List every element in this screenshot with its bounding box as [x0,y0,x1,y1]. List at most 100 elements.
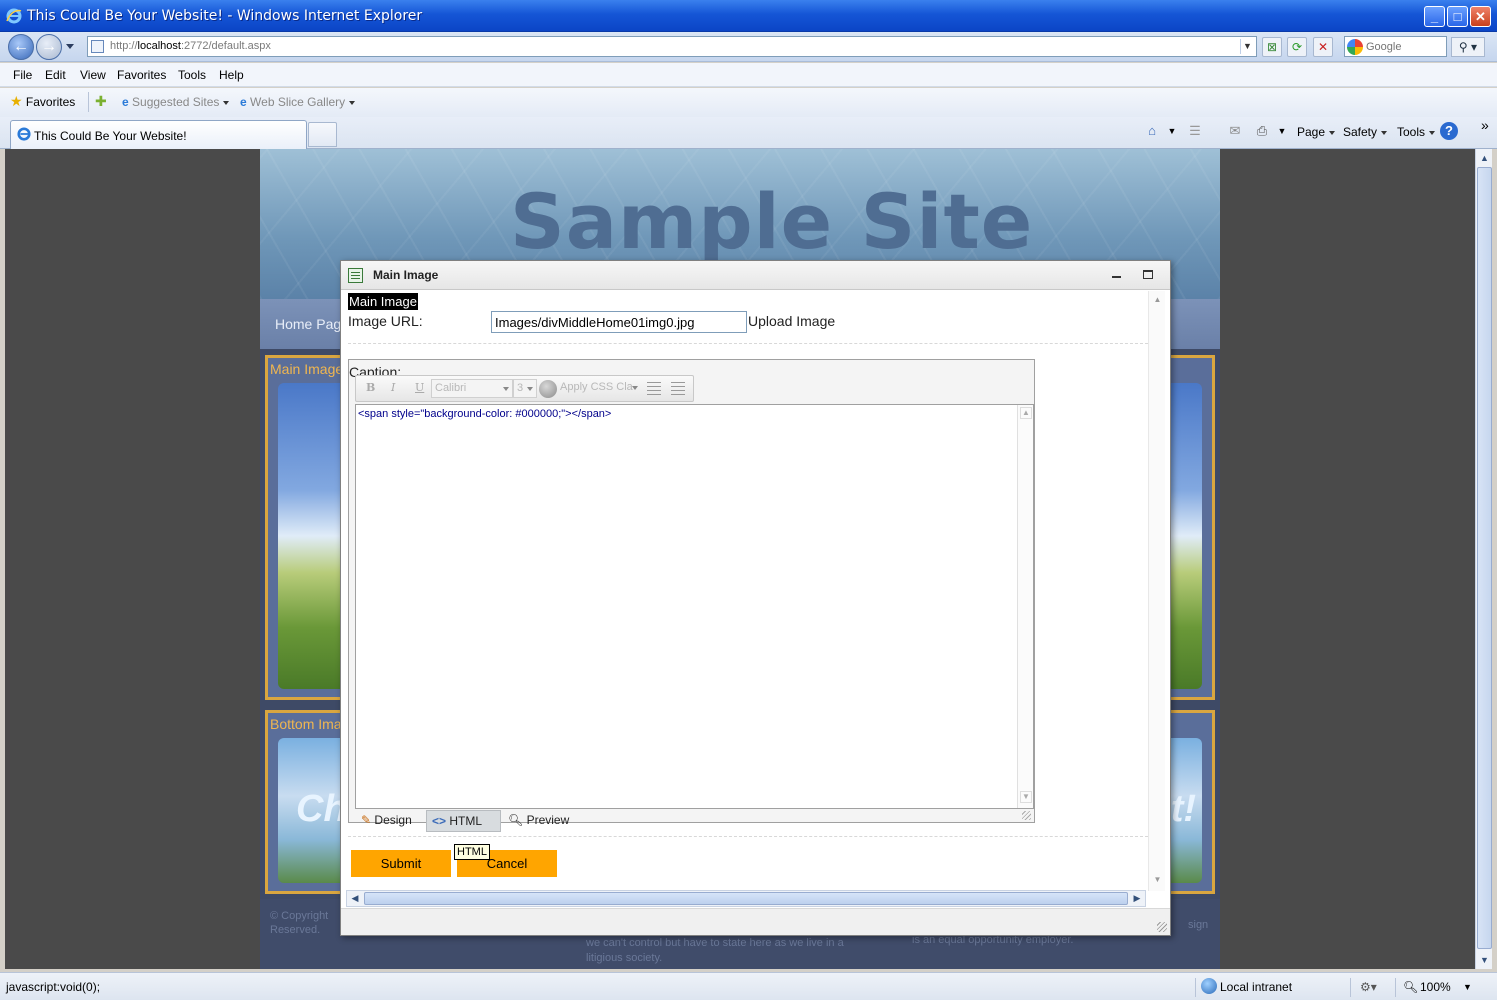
status-separator [1350,978,1351,997]
security-zone[interactable]: Local intranet [1220,980,1292,994]
footer-disclaimer-2: litigious society. [586,952,663,964]
dialog-horizontal-scrollbar[interactable]: ◀ ▶ [346,890,1146,907]
upload-image-link[interactable]: Upload Image [748,313,835,329]
zoom-dropdown-icon[interactable]: ▼ [1463,982,1472,992]
dialog-title: Main Image [373,268,439,282]
page-vertical-scrollbar[interactable]: ▲ ▼ [1475,149,1492,969]
editor-vertical-scrollbar[interactable]: ▲ ▼ [1017,405,1033,808]
home-dropdown-icon[interactable]: ▼ [1163,122,1181,140]
dialog-body: Main Image Image URL: Upload Image Capti… [341,291,1156,891]
bold-button[interactable]: B [366,381,375,397]
scroll-left-icon[interactable]: ◀ [348,891,362,906]
dialog-vertical-scrollbar[interactable]: ▲ ▼ [1148,291,1165,891]
menu-file[interactable]: File [13,68,32,82]
scroll-thumb[interactable] [364,892,1128,905]
editor-content: <span style="background-color: #000000;"… [358,408,612,420]
search-field[interactable] [1344,36,1447,57]
more-commands-chevron-icon[interactable]: » [1481,117,1489,133]
tab-design[interactable]: ✎ Design [355,810,425,832]
ie-page-icon: e [122,95,129,109]
menu-view[interactable]: View [80,68,106,82]
search-button[interactable]: ⚲ ▾ [1451,37,1485,57]
site-title: Sample Site [510,177,1034,266]
menu-edit[interactable]: Edit [45,68,66,82]
scroll-up-icon[interactable]: ▲ [1152,295,1163,307]
editor-toolbar: B I U Calibri 3 Apply CSS Cla [355,375,694,402]
add-to-favorites-bar-icon[interactable]: ✚ [95,93,107,110]
tab-current[interactable]: This Could Be Your Website! [10,120,307,149]
internet-explorer-icon [17,127,31,141]
address-field[interactable]: http://localhost:2772/default.aspx ▼ [87,36,1257,57]
minimize-window-button[interactable]: _ [1424,6,1445,27]
print-dropdown-icon[interactable]: ▼ [1273,122,1291,140]
scroll-up-icon[interactable]: ▲ [1020,407,1032,419]
footer-sign: sign [1188,919,1209,931]
protected-mode-icon[interactable]: ⚙▾ [1360,980,1377,994]
print-icon[interactable]: ⎙ [1253,122,1271,140]
safety-menu-button[interactable]: Safety [1343,125,1388,139]
dialog-minimize-button[interactable] [1112,269,1122,283]
read-mail-icon[interactable]: ✉ [1226,122,1244,140]
menu-tools[interactable]: Tools [178,68,206,82]
ie-page-icon: e [240,95,247,109]
image-url-label: Image URL: [348,313,423,329]
font-size-select[interactable]: 3 [513,379,537,398]
dialog-resize-grip-icon[interactable] [1157,922,1167,932]
scroll-thumb[interactable] [1477,167,1492,949]
window-title: This Could Be Your Website! - Windows In… [27,8,423,24]
address-url: http://localhost:2772/default.aspx [110,40,271,52]
compatibility-view-icon[interactable]: ⊠ [1262,37,1282,57]
suggested-sites-button[interactable]: e Suggested Sites [122,95,230,109]
tab-html[interactable]: <> HTML [426,810,501,832]
forward-button[interactable]: → [36,34,62,60]
stop-icon[interactable]: ✕ [1313,37,1333,57]
dialog-footer [341,908,1170,935]
page-icon [91,40,104,53]
tab-row: This Could Be Your Website! ⌂ ▼ ☰ ✉ ⎙ ▼ … [0,117,1497,149]
underline-button[interactable]: U [415,381,424,397]
tab-preview[interactable]: 🔍︎ Preview [505,810,577,832]
menu-help[interactable]: Help [219,68,244,82]
scroll-up-icon[interactable]: ▲ [1478,151,1491,165]
home-icon[interactable]: ⌂ [1143,122,1161,140]
close-window-button[interactable]: ✕ [1470,6,1491,27]
back-button[interactable]: ← [8,34,34,60]
numbered-list-icon[interactable] [671,382,685,395]
help-icon[interactable]: ? [1440,122,1458,140]
dialog-header: Main Image [341,261,1170,290]
recent-pages-dropdown-icon[interactable] [66,44,74,49]
submit-button[interactable]: Submit [351,850,451,877]
bottom-image-text-right: t! [1170,788,1196,830]
nav-home-link[interactable]: Home Pag [275,316,341,332]
scroll-down-icon[interactable]: ▼ [1020,791,1032,803]
dialog-maximize-button[interactable] [1143,270,1153,279]
zoom-icon[interactable]: 🔍︎ [1403,980,1418,994]
address-dropdown-icon[interactable]: ▼ [1240,39,1254,54]
favorites-button[interactable]: ★ Favorites [10,93,75,110]
editor-textarea[interactable]: <span style="background-color: #000000;"… [355,404,1034,809]
scroll-right-icon[interactable]: ▶ [1130,891,1144,906]
font-select[interactable]: Calibri [431,379,513,398]
italic-button[interactable]: I [391,381,395,397]
new-tab-button[interactable] [308,122,337,147]
search-input[interactable] [1366,39,1444,54]
css-class-select[interactable]: Apply CSS Cla [557,379,641,398]
maximize-window-button[interactable]: □ [1447,6,1468,27]
refresh-icon[interactable]: ⟳ [1287,37,1307,57]
local-intranet-icon [1201,978,1217,994]
zoom-level[interactable]: 100% [1420,980,1451,994]
editor-resize-grip-icon[interactable] [1022,811,1031,820]
scroll-down-icon[interactable]: ▼ [1478,953,1491,967]
image-url-input[interactable] [491,311,747,333]
menu-favorites[interactable]: Favorites [117,68,166,82]
tools-menu-button[interactable]: Tools [1397,125,1436,139]
footer-reserved: Reserved. [270,924,321,936]
html-tooltip: HTML [454,844,490,860]
bulleted-list-icon[interactable] [647,382,661,395]
footer-copyright: © Copyright [270,910,329,922]
star-icon: ★ [10,93,23,109]
web-slice-gallery-button[interactable]: e Web Slice Gallery [240,95,356,109]
scroll-down-icon[interactable]: ▼ [1152,875,1163,887]
feeds-icon[interactable]: ☰ [1186,122,1204,140]
page-menu-button[interactable]: Page [1297,125,1336,139]
